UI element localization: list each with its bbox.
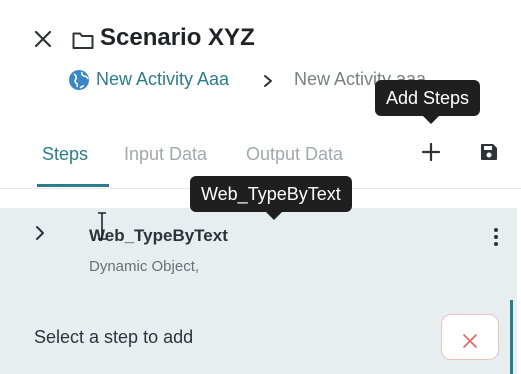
- text-cursor-icon: [94, 211, 110, 241]
- add-steps-tooltip-text: Add Steps: [386, 88, 470, 108]
- panel-edge: [517, 208, 521, 374]
- tab-input-data[interactable]: Input Data: [124, 144, 207, 165]
- tab-output-data[interactable]: Output Data: [246, 144, 343, 165]
- add-steps-tooltip: Add Steps: [375, 80, 481, 124]
- cancel-button[interactable]: [441, 314, 499, 360]
- select-step-hint: Select a step to add: [34, 327, 194, 347]
- active-tab-indicator: [37, 184, 109, 187]
- folder-icon: [71, 29, 95, 51]
- kebab-menu-icon[interactable]: [488, 226, 504, 248]
- step-name-tooltip: Web_TypeByText: [190, 176, 352, 220]
- save-icon[interactable]: [479, 142, 499, 162]
- globe-icon: [68, 69, 90, 91]
- tooltip-arrow: [266, 212, 282, 220]
- tab-steps[interactable]: Steps: [42, 144, 88, 165]
- page-title: Scenario XYZ: [100, 24, 255, 51]
- chevron-right-icon: [260, 70, 276, 92]
- step-list-panel: [0, 208, 517, 374]
- scrollbar-thumb[interactable]: [510, 300, 513, 374]
- close-icon[interactable]: [31, 27, 55, 51]
- breadcrumb-activity-link[interactable]: New Activity Aaa: [96, 69, 229, 90]
- step-name-tooltip-text: Web_TypeByText: [201, 184, 341, 204]
- plus-icon[interactable]: [420, 141, 442, 163]
- step-subtitle: Dynamic Object,: [89, 258, 200, 275]
- tooltip-arrow: [423, 116, 439, 124]
- expand-chevron-icon[interactable]: [32, 223, 48, 243]
